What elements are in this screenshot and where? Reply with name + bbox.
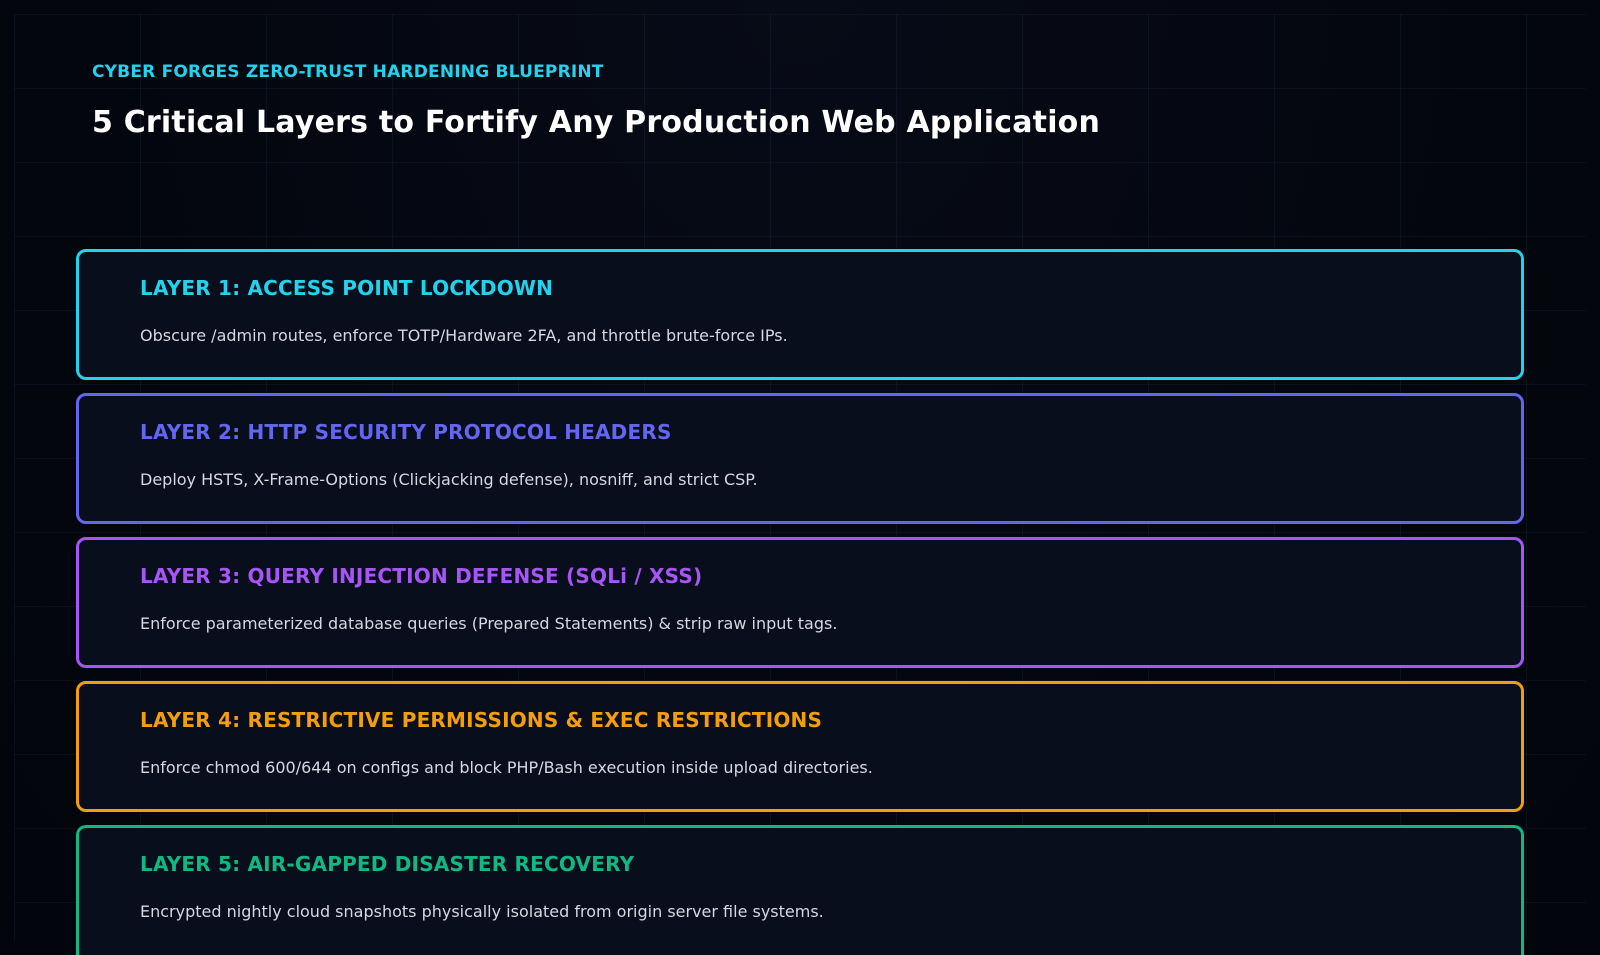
eyebrow-label: CYBER FORGES ZERO-TRUST HARDENING BLUEPR… (92, 62, 604, 82)
page-title: 5 Critical Layers to Fortify Any Product… (92, 105, 1101, 140)
layer-description: Obscure /admin routes, enforce TOTP/Hard… (140, 326, 788, 345)
layer-description: Enforce parameterized database queries (… (140, 614, 838, 633)
layer-card-4: LAYER 4: RESTRICTIVE PERMISSIONS & EXEC … (76, 681, 1524, 812)
layer-card-5: LAYER 5: AIR-GAPPED DISASTER RECOVERY En… (76, 825, 1524, 955)
layer-description: Deploy HSTS, X-Frame-Options (Clickjacki… (140, 470, 758, 489)
layer-card-3: LAYER 3: QUERY INJECTION DEFENSE (SQLi /… (76, 537, 1524, 668)
layer-title: LAYER 4: RESTRICTIVE PERMISSIONS & EXEC … (140, 708, 823, 732)
layer-title: LAYER 1: ACCESS POINT LOCKDOWN (140, 276, 554, 300)
layer-title: LAYER 3: QUERY INJECTION DEFENSE (SQLi /… (140, 564, 703, 588)
layer-description: Enforce chmod 600/644 on configs and blo… (140, 758, 873, 777)
layer-title: LAYER 2: HTTP SECURITY PROTOCOL HEADERS (140, 420, 672, 444)
layer-card-1: LAYER 1: ACCESS POINT LOCKDOWN Obscure /… (76, 249, 1524, 380)
layer-title: LAYER 5: AIR-GAPPED DISASTER RECOVERY (140, 852, 635, 876)
blueprint-page: CYBER FORGES ZERO-TRUST HARDENING BLUEPR… (0, 0, 1600, 955)
layer-card-2: LAYER 2: HTTP SECURITY PROTOCOL HEADERS … (76, 393, 1524, 524)
layer-list: LAYER 1: ACCESS POINT LOCKDOWN Obscure /… (76, 249, 1524, 955)
layer-description: Encrypted nightly cloud snapshots physic… (140, 902, 824, 921)
